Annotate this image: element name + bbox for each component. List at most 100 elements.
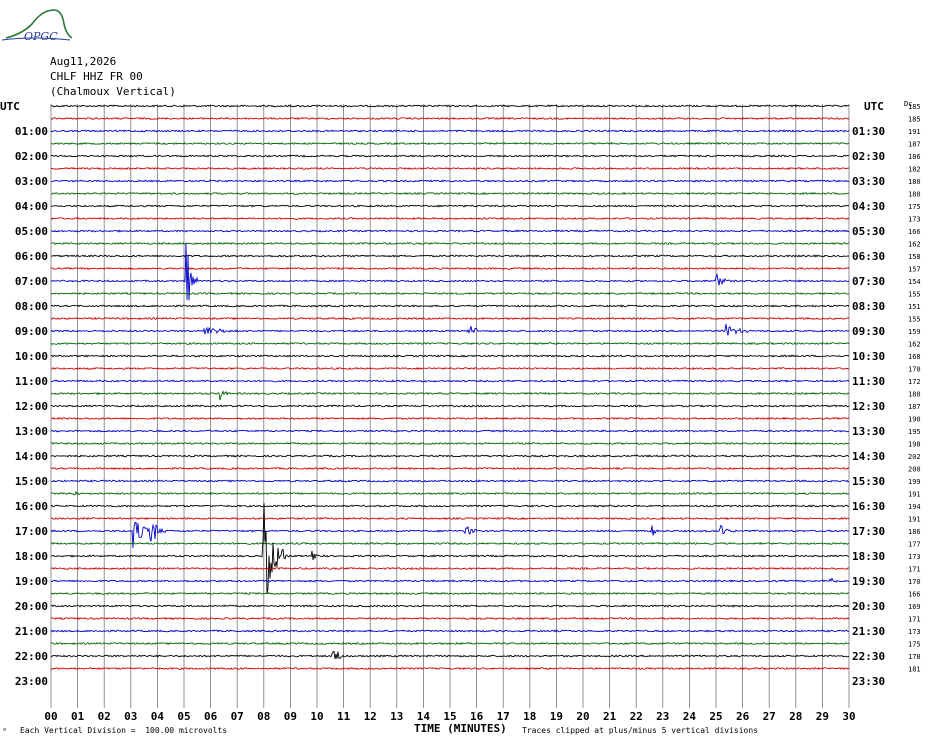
left-axis-label: UTC — [0, 100, 20, 113]
dc-offset-label: 171 — [908, 566, 921, 574]
hour-label-left: 09:00 — [15, 325, 48, 338]
helicorder-chart: UTC UTC Dc01:0002:0003:0004:0005:0006:0007… — [0, 100, 921, 723]
hour-label-left: 11:00 — [15, 375, 48, 388]
dc-offset-label: 166 — [908, 591, 921, 599]
x-tick-label: 30 — [842, 710, 855, 723]
dc-offset-label: 191 — [908, 516, 921, 524]
hour-label-right: 17:30 — [852, 525, 885, 538]
x-tick-label: 29 — [816, 710, 829, 723]
x-tick-label: 00 — [44, 710, 57, 723]
dc-offset-label: 175 — [908, 641, 921, 649]
dc-offset-label: 190 — [908, 416, 921, 424]
x-tick-label: 23 — [656, 710, 669, 723]
hour-label-right: 14:30 — [852, 450, 885, 463]
hour-label-right: 03:30 — [852, 175, 885, 188]
dc-offset-label: 155 — [908, 291, 921, 299]
dc-offset-label: 159 — [908, 328, 921, 336]
dc-offset-label: 180 — [908, 178, 921, 186]
hour-label-right: 19:30 — [852, 575, 885, 588]
dc-offset-label: 155 — [908, 316, 921, 324]
dc-offset-label: 168 — [908, 353, 921, 361]
hour-label-left: 22:00 — [15, 650, 48, 663]
dc-offset-label: 185 — [908, 103, 921, 111]
dc-offset-label: 166 — [908, 228, 921, 236]
x-tick-label: 26 — [736, 710, 750, 723]
hour-label-right: 22:30 — [852, 650, 885, 663]
dc-offset-label: 175 — [908, 203, 921, 211]
dc-offset-label: 186 — [908, 153, 921, 161]
x-tick-label: 19 — [550, 710, 563, 723]
clip-note: Traces clipped at plus/minus 5 vertical … — [522, 726, 759, 735]
dc-offset-label: 177 — [908, 541, 921, 549]
x-tick-label: 20 — [576, 710, 589, 723]
x-tick-label: 18 — [523, 710, 536, 723]
dc-offset-label: 157 — [908, 266, 921, 274]
dc-offset-label: 199 — [908, 478, 921, 486]
hour-label-right: 02:30 — [852, 150, 885, 163]
hour-label-right: 05:30 — [852, 225, 885, 238]
hour-label-left: 18:00 — [15, 550, 48, 563]
hour-label-left: 20:00 — [15, 600, 48, 613]
hour-label-right: 10:30 — [852, 350, 885, 363]
dc-offset-label: 162 — [908, 341, 921, 349]
x-tick-label: 04 — [151, 710, 165, 723]
hour-label-left: 05:00 — [15, 225, 48, 238]
dc-offset-label: 173 — [908, 216, 921, 224]
hour-label-right: 08:30 — [852, 300, 885, 313]
right-axis-label: UTC — [864, 100, 884, 113]
dc-offset-label: 169 — [908, 603, 921, 611]
hour-label-left: 13:00 — [15, 425, 48, 438]
hour-label-right: 07:30 — [852, 275, 885, 288]
hour-label-right: 15:30 — [852, 475, 885, 488]
dc-offset-label: 154 — [908, 278, 921, 286]
hour-label-left: 15:00 — [15, 475, 48, 488]
dc-offset-label: 202 — [908, 453, 921, 461]
dc-offset-label: 191 — [908, 491, 921, 499]
x-tick-label: 05 — [177, 710, 190, 723]
x-tick-label: 10 — [310, 710, 323, 723]
dc-offset-label: 180 — [908, 391, 921, 399]
dc-offset-label: 186 — [908, 528, 921, 536]
hour-label-right: 11:30 — [852, 375, 885, 388]
dc-offset-label: 170 — [908, 366, 921, 374]
hour-label-right: 20:30 — [852, 600, 885, 613]
x-tick-label: 24 — [683, 710, 697, 723]
x-axis-title: TIME (MINUTES) — [414, 722, 507, 735]
dc-offset-label: 194 — [908, 503, 921, 511]
hour-label-right: 09:30 — [852, 325, 885, 338]
hour-label-right: 23:30 — [852, 675, 885, 688]
x-tick-label: 03 — [124, 710, 137, 723]
x-tick-label: 21 — [603, 710, 617, 723]
x-tick-label: 02 — [98, 710, 111, 723]
hour-label-right: 13:30 — [852, 425, 885, 438]
hour-label-left: 03:00 — [15, 175, 48, 188]
dc-offset-label: 191 — [908, 128, 921, 136]
hour-label-right: 16:30 — [852, 500, 885, 513]
x-tick-label: 28 — [789, 710, 802, 723]
hour-label-left: 07:00 — [15, 275, 48, 288]
x-tick-label: 08 — [257, 710, 270, 723]
dc-offset-label: 200 — [908, 466, 921, 474]
hour-label-left: 10:00 — [15, 350, 48, 363]
dc-offset-label: 180 — [908, 191, 921, 199]
hour-label-right: 01:30 — [852, 125, 885, 138]
hour-label-left: 08:00 — [15, 300, 48, 313]
hour-label-left: 12:00 — [15, 400, 48, 413]
dc-offset-label: 158 — [908, 253, 921, 261]
dc-offset-label: 198 — [908, 441, 921, 449]
dc-offset-label: 187 — [908, 141, 921, 149]
hour-label-right: 12:30 — [852, 400, 885, 413]
x-tick-label: 11 — [337, 710, 351, 723]
dc-offset-label: 187 — [908, 403, 921, 411]
hour-label-left: 01:00 — [15, 125, 48, 138]
hour-label-left: 04:00 — [15, 200, 48, 213]
vertical-division-note: Each Vertical Division = 100.00 microvol… — [20, 726, 228, 735]
dc-offset-label: 151 — [908, 303, 921, 311]
x-tick-label: 06 — [204, 710, 218, 723]
hour-label-right: 04:30 — [852, 200, 885, 213]
dc-offset-label: 195 — [908, 428, 921, 436]
dc-offset-label: 171 — [908, 616, 921, 624]
x-tick-label: 27 — [763, 710, 776, 723]
x-tick-label: 01 — [71, 710, 85, 723]
hour-label-right: 21:30 — [852, 625, 885, 638]
